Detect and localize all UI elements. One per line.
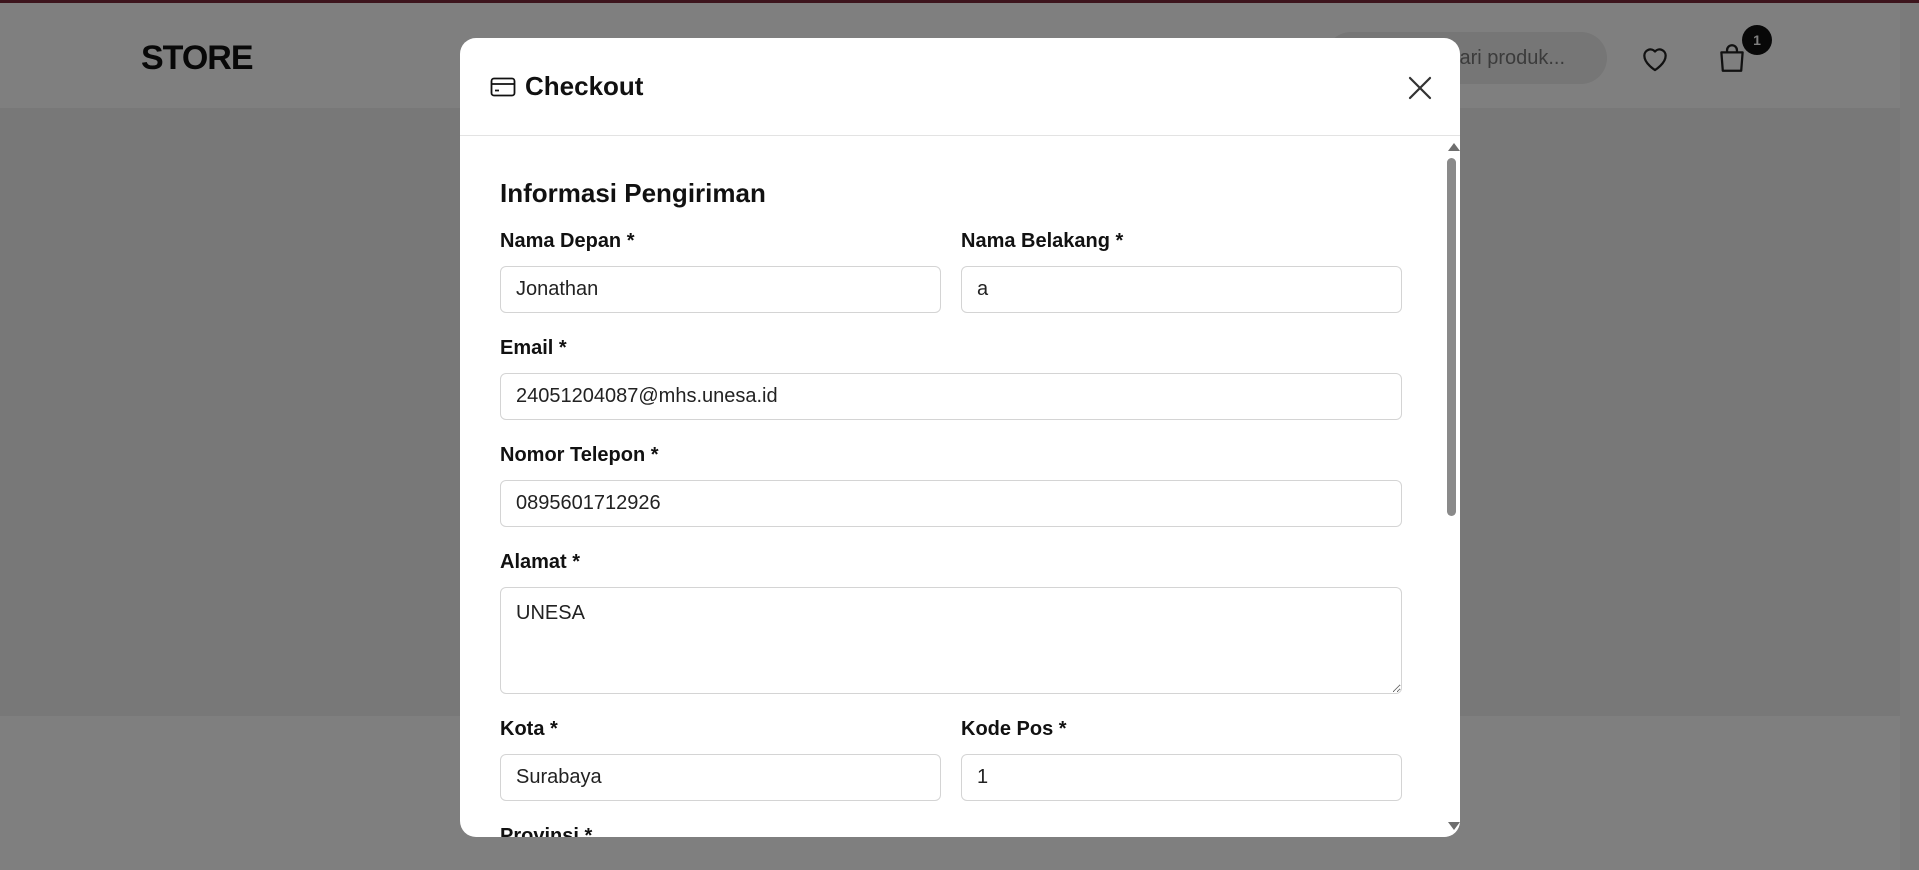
modal-body: Informasi Pengiriman Nama Depan * Nama B… bbox=[460, 136, 1460, 837]
modal-scrollbar[interactable] bbox=[1443, 136, 1460, 837]
checkout-modal: Checkout Informasi Pengiriman Nama Depan… bbox=[460, 38, 1460, 837]
province-label: Provinsi * bbox=[500, 825, 593, 837]
city-input[interactable] bbox=[500, 754, 941, 801]
email-label: Email * bbox=[500, 337, 567, 359]
modal-title: Checkout bbox=[525, 71, 644, 101]
last-name-input[interactable] bbox=[961, 266, 1402, 313]
scrollbar-thumb[interactable] bbox=[1447, 158, 1456, 516]
email-input[interactable] bbox=[500, 373, 1402, 420]
close-icon[interactable] bbox=[1405, 73, 1435, 103]
scroll-down-arrow-icon[interactable] bbox=[1448, 822, 1460, 830]
shipping-info-heading: Informasi Pengiriman bbox=[500, 178, 766, 208]
last-name-label: Nama Belakang * bbox=[961, 230, 1124, 252]
city-label: Kota * bbox=[500, 718, 558, 740]
address-label: Alamat * bbox=[500, 551, 581, 573]
postal-code-label: Kode Pos * bbox=[961, 718, 1067, 740]
modal-header: Checkout bbox=[460, 38, 1460, 136]
scroll-up-arrow-icon[interactable] bbox=[1448, 143, 1460, 151]
phone-label: Nomor Telepon * bbox=[500, 444, 659, 466]
first-name-input[interactable] bbox=[500, 266, 941, 313]
phone-input[interactable] bbox=[500, 480, 1402, 527]
first-name-label: Nama Depan * bbox=[500, 230, 635, 252]
postal-code-input[interactable] bbox=[961, 754, 1402, 801]
credit-card-icon bbox=[490, 77, 516, 97]
address-textarea[interactable]: UNESA bbox=[500, 587, 1402, 694]
